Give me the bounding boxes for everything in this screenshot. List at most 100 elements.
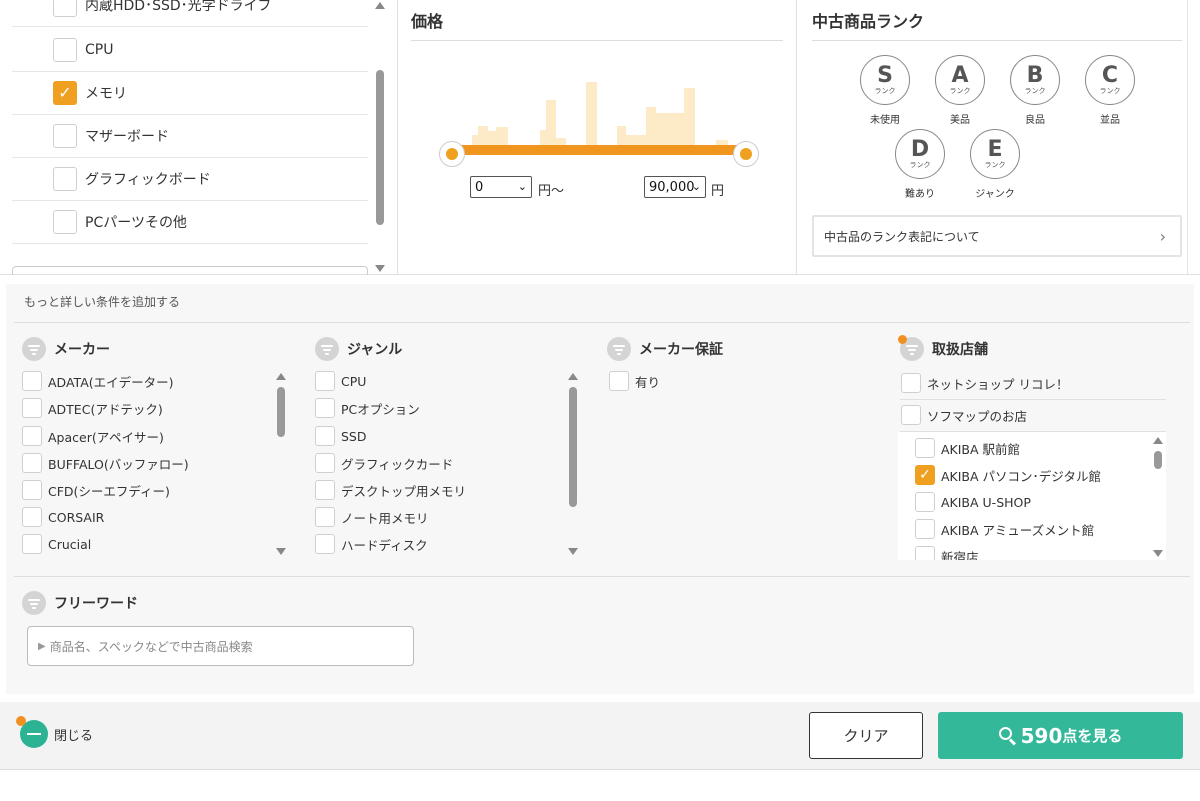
rank-d-option[interactable]: D ランク 難あり: [894, 129, 946, 200]
rank-b-option[interactable]: B ランク 良品: [1009, 55, 1061, 126]
store-sub-option[interactable]: AKIBA 駅前館: [915, 438, 1020, 458]
price-min-handle[interactable]: [439, 141, 465, 167]
maker-label: CFD(シーエフディー): [48, 483, 170, 499]
maker-option[interactable]: CORSAIR: [22, 507, 104, 527]
store-option[interactable]: ネットショップ リコレ！: [901, 373, 1068, 393]
maker-checkbox[interactable]: [22, 480, 42, 500]
freeword-group-title: フリーワード: [22, 591, 138, 615]
genre-option[interactable]: ハードディスク: [315, 534, 428, 554]
maker-option[interactable]: CFD(シーエフディー): [22, 480, 170, 500]
scroll-up-icon[interactable]: [276, 373, 286, 380]
maker-checkbox[interactable]: [22, 453, 42, 473]
scroll-up-icon[interactable]: [568, 373, 578, 380]
see-results-button[interactable]: 590 点を見る: [938, 712, 1183, 759]
genre-checkbox[interactable]: [315, 507, 335, 527]
category-extra-field[interactable]: [12, 266, 368, 275]
rank-c-option[interactable]: C ランク 並品: [1084, 55, 1136, 126]
rank-s-option[interactable]: S ランク 未使用: [859, 55, 911, 126]
store-sub-checkbox[interactable]: [915, 492, 935, 512]
warranty-option[interactable]: 有り: [609, 371, 660, 391]
store-sub-option[interactable]: ✓ AKIBA パソコン･デジタル館: [915, 465, 1101, 485]
scroll-down-icon[interactable]: [276, 548, 286, 555]
category-item[interactable]: CPU: [12, 29, 368, 72]
price-panel: 価格: [399, 0, 797, 275]
maker-checkbox[interactable]: [22, 426, 42, 446]
store-sub-checkbox[interactable]: [915, 438, 935, 458]
maker-checkbox[interactable]: [22, 371, 42, 391]
store-sub-checkbox[interactable]: [915, 546, 935, 560]
category-checkbox[interactable]: [53, 124, 77, 148]
store-checkbox[interactable]: [901, 373, 921, 393]
rank-a-option[interactable]: A ランク 美品: [934, 55, 986, 126]
genre-checkbox[interactable]: [315, 398, 335, 418]
category-item[interactable]: ✓ メモリ: [12, 72, 368, 115]
scroll-down-icon[interactable]: [568, 548, 578, 555]
category-checkbox[interactable]: [53, 167, 77, 191]
scroll-thumb[interactable]: [1154, 451, 1162, 469]
genre-checkbox[interactable]: [315, 426, 335, 446]
genre-option[interactable]: グラフィックカード: [315, 453, 453, 473]
category-item[interactable]: マザーボード: [12, 115, 368, 158]
scroll-thumb[interactable]: [376, 70, 384, 225]
genre-option[interactable]: PCオプション: [315, 398, 420, 418]
category-checkbox[interactable]: [53, 210, 77, 234]
maker-option[interactable]: Crucial: [22, 534, 91, 554]
close-button[interactable]: 閉じる: [16, 716, 93, 748]
scroll-down-icon[interactable]: [375, 265, 385, 272]
category-item[interactable]: グラフィックボード: [12, 158, 368, 201]
scroll-up-icon[interactable]: [375, 2, 385, 9]
scroll-thumb[interactable]: [569, 387, 577, 507]
category-checkbox[interactable]: ✓: [53, 81, 77, 105]
store-sub-option[interactable]: AKIBA U-SHOP: [915, 492, 1031, 512]
price-max-select[interactable]: 90,000 ⌄: [644, 176, 706, 198]
scroll-thumb[interactable]: [277, 387, 285, 437]
maker-checkbox[interactable]: [22, 398, 42, 418]
store-label: ソフマップのお店: [927, 408, 1028, 424]
category-scrollbar[interactable]: [373, 2, 387, 272]
freeword-title: フリーワード: [54, 596, 138, 612]
category-checkbox[interactable]: [53, 0, 77, 17]
histogram-bar: [656, 113, 684, 145]
genre-checkbox[interactable]: [315, 480, 335, 500]
maker-checkbox[interactable]: [22, 507, 42, 527]
genre-checkbox[interactable]: [315, 534, 335, 554]
rank-sub-label: ランク: [909, 160, 931, 169]
clear-label: クリア: [843, 727, 889, 745]
price-min-select[interactable]: 0 ⌄: [470, 176, 532, 198]
freeword-input[interactable]: ▶ 商品名、スペックなどで中古商品検索: [27, 626, 414, 666]
store-scrollbar[interactable]: [1151, 437, 1165, 557]
maker-option[interactable]: Apacer(アペイサー): [22, 426, 164, 446]
genre-option[interactable]: CPU: [315, 371, 366, 391]
clear-button[interactable]: クリア: [809, 712, 923, 759]
genre-scrollbar[interactable]: [566, 373, 580, 555]
maker-checkbox[interactable]: [22, 534, 42, 554]
store-sub-label: AKIBA U-SHOP: [941, 494, 1031, 510]
maker-option[interactable]: BUFFALO(バッファロー): [22, 453, 189, 473]
category-item[interactable]: 内蔵HDD･SSD･光学ドライブ: [12, 0, 368, 27]
store-option[interactable]: ソフマップのお店: [901, 405, 1027, 425]
category-item[interactable]: PCパーツその他: [12, 201, 368, 244]
price-max-handle[interactable]: [733, 141, 759, 167]
maker-scrollbar[interactable]: [274, 373, 288, 555]
scroll-up-icon[interactable]: [1153, 437, 1163, 444]
maker-option[interactable]: ADATA(エイデーター): [22, 371, 174, 391]
genre-option[interactable]: デスクトップ用メモリ: [315, 480, 466, 500]
genre-checkbox[interactable]: [315, 371, 335, 391]
rank-e-option[interactable]: E ランク ジャンク: [969, 129, 1021, 200]
rank-info-link[interactable]: 中古品のランク表記について ›: [812, 215, 1182, 257]
maker-option[interactable]: ADTEC(アドテック): [22, 398, 163, 418]
genre-option[interactable]: SSD: [315, 426, 367, 446]
genre-checkbox[interactable]: [315, 453, 335, 473]
store-sub-checkbox[interactable]: [915, 519, 935, 539]
scroll-down-icon[interactable]: [1153, 550, 1163, 557]
warranty-checkbox[interactable]: [609, 371, 629, 391]
rank-letter: A: [951, 62, 969, 88]
category-checkbox[interactable]: [53, 38, 77, 62]
store-sub-option[interactable]: AKIBA アミューズメント館: [915, 519, 1094, 539]
price-slider-track[interactable]: [452, 145, 746, 155]
genre-option[interactable]: ノート用メモリ: [315, 507, 429, 527]
store-sub-checkbox[interactable]: ✓: [915, 465, 935, 485]
category-label: PCパーツその他: [85, 215, 187, 231]
store-sub-option[interactable]: 新宿店: [915, 546, 979, 560]
store-checkbox[interactable]: [901, 405, 921, 425]
